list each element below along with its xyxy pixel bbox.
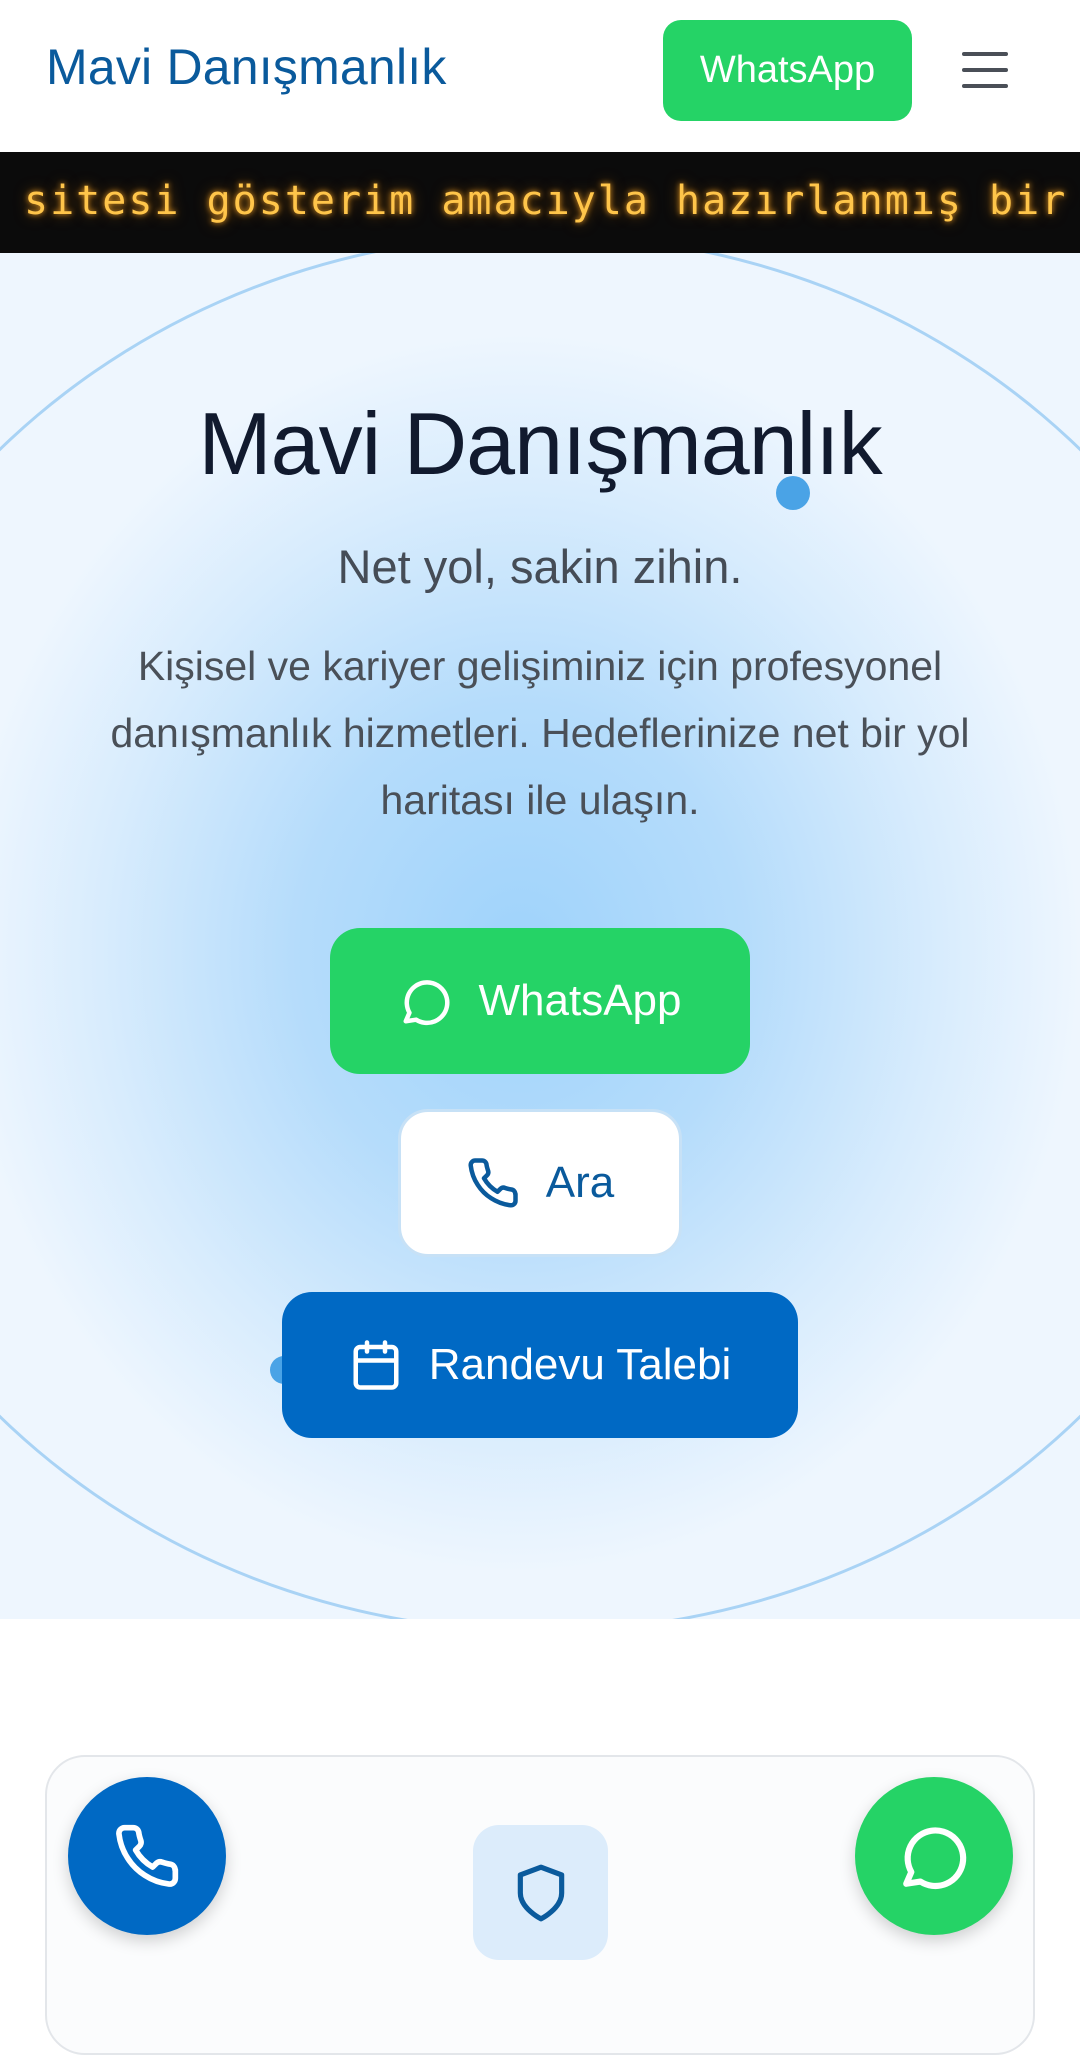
call-button-label: Ara (545, 1158, 615, 1207)
hamburger-icon[interactable] (962, 52, 1008, 88)
hamburger-line (962, 52, 1008, 56)
hamburger-line (962, 84, 1008, 88)
header-whatsapp-button[interactable]: WhatsApp (663, 20, 912, 121)
phone-icon (466, 1156, 520, 1210)
hamburger-line (962, 68, 1008, 72)
shield-icon (473, 1825, 608, 1960)
hero-description: Kişisel ve kariyer gelişiminiz için prof… (110, 643, 970, 823)
decorative-dot (776, 476, 810, 510)
brand-logo[interactable]: Mavi Danışmanlık (46, 38, 447, 96)
chat-bubble-icon (399, 974, 453, 1028)
hero-subtitle: Net yol, sakin zihin. (337, 540, 743, 593)
marquee-ticker: sitesi gösterim amacıyla hazırlanmış bir… (0, 152, 1080, 253)
chat-bubble-icon (897, 1819, 971, 1893)
phone-icon (113, 1822, 181, 1890)
hero-title: Mavi Danışmanlık (198, 394, 882, 493)
call-button[interactable]: Ara (398, 1109, 682, 1257)
floating-call-button[interactable] (68, 1777, 226, 1935)
floating-whatsapp-button[interactable] (855, 1777, 1013, 1935)
hero-section: Mavi Danışmanlık Net yol, sakin zihin. K… (0, 253, 1080, 1619)
whatsapp-button-label: WhatsApp (478, 976, 682, 1025)
calendar-icon (349, 1338, 403, 1392)
appointment-button-label: Randevu Talebi (428, 1340, 732, 1389)
site-header: Mavi Danışmanlık WhatsApp (0, 0, 1080, 152)
whatsapp-button[interactable]: WhatsApp (330, 928, 750, 1074)
ticker-text: sitesi gösterim amacıyla hazırlanmış bir… (24, 178, 1080, 224)
appointment-button[interactable]: Randevu Talebi (282, 1292, 798, 1438)
